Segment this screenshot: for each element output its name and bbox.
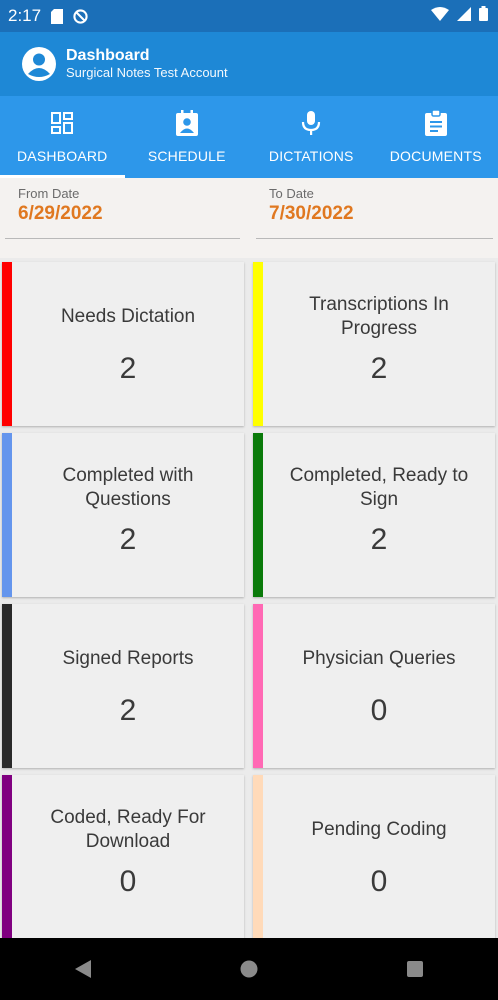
microphone-icon bbox=[301, 110, 321, 136]
card-count: 2 bbox=[370, 352, 388, 385]
from-date-label: From Date bbox=[18, 186, 80, 201]
card-count: 0 bbox=[370, 865, 388, 898]
card-color-bar bbox=[253, 433, 263, 597]
calendar-person-icon bbox=[175, 110, 199, 136]
card-color-bar bbox=[253, 604, 263, 768]
app-bar: Dashboard Surgical Notes Test Account bbox=[0, 32, 498, 96]
back-icon[interactable] bbox=[63, 949, 103, 989]
card-title: Transcriptions In Progress bbox=[309, 294, 449, 339]
card-signed-reports[interactable]: Signed Reports 2 bbox=[2, 604, 244, 768]
card-count: 2 bbox=[119, 694, 137, 727]
card-pending-coding[interactable]: Pending Coding 0 bbox=[253, 775, 495, 939]
card-title: Completed with Questions bbox=[62, 465, 194, 510]
card-coded-ready-for-download[interactable]: Coded, Ready For Download 0 bbox=[2, 775, 244, 939]
card-physician-queries[interactable]: Physician Queries 0 bbox=[253, 604, 495, 768]
home-icon[interactable] bbox=[229, 949, 269, 989]
from-date-value: 6/29/2022 bbox=[18, 203, 103, 224]
tab-label: DOCUMENTS bbox=[389, 148, 482, 164]
card-completed-ready-to-sign[interactable]: Completed, Ready to Sign 2 bbox=[253, 433, 495, 597]
dashboard-icon bbox=[50, 110, 74, 136]
to-date-value: 7/30/2022 bbox=[269, 203, 354, 224]
card-color-bar bbox=[253, 262, 263, 426]
tab-schedule[interactable]: SCHEDULE bbox=[125, 96, 250, 178]
card-title: Completed, Ready to Sign bbox=[289, 465, 469, 510]
sd-card-icon bbox=[51, 8, 64, 24]
card-count: 0 bbox=[119, 865, 137, 898]
card-transcriptions-in-progress[interactable]: Transcriptions In Progress 2 bbox=[253, 262, 495, 426]
card-title: Physician Queries bbox=[302, 648, 456, 669]
tab-bar: DASHBOARD SCHEDULE DICTATIONS DOCUMENTS bbox=[0, 96, 498, 178]
card-color-bar bbox=[2, 262, 12, 426]
tab-label: DICTATIONS bbox=[268, 148, 354, 164]
card-title: Signed Reports bbox=[62, 648, 194, 669]
recents-icon[interactable] bbox=[395, 949, 435, 989]
tab-documents[interactable]: DOCUMENTS bbox=[374, 96, 498, 178]
card-color-bar bbox=[2, 604, 12, 768]
account-name: Surgical Notes Test Account bbox=[66, 65, 228, 80]
card-count: 2 bbox=[119, 523, 137, 556]
battery-icon bbox=[479, 6, 488, 26]
wifi-icon bbox=[431, 6, 449, 26]
tab-label: SCHEDULE bbox=[147, 148, 226, 164]
card-color-bar bbox=[253, 775, 263, 939]
card-count: 2 bbox=[370, 523, 388, 556]
status-time: 2:17 bbox=[8, 6, 42, 25]
card-color-bar bbox=[2, 433, 12, 597]
card-title: Needs Dictation bbox=[60, 306, 196, 327]
from-date-field[interactable]: From Date 6/29/2022 bbox=[5, 178, 240, 239]
card-title: Pending Coding bbox=[311, 819, 447, 840]
no-disturb-icon bbox=[73, 8, 88, 24]
signal-icon bbox=[457, 6, 471, 26]
account-avatar-icon[interactable] bbox=[22, 47, 56, 81]
card-color-bar bbox=[2, 775, 12, 939]
card-title: Coded, Ready For Download bbox=[50, 807, 206, 852]
card-needs-dictation[interactable]: Needs Dictation 2 bbox=[2, 262, 244, 426]
card-count: 0 bbox=[370, 694, 388, 727]
tab-label: DASHBOARD bbox=[17, 148, 108, 164]
tab-dashboard[interactable]: DASHBOARD bbox=[0, 96, 125, 178]
page-title: Dashboard bbox=[66, 47, 150, 64]
system-nav-bar bbox=[0, 938, 498, 1000]
date-range: From Date 6/29/2022 To Date 7/30/2022 bbox=[0, 178, 498, 258]
status-bar: 2:17 bbox=[0, 0, 498, 32]
card-completed-with-questions[interactable]: Completed with Questions 2 bbox=[2, 433, 244, 597]
to-date-field[interactable]: To Date 7/30/2022 bbox=[256, 178, 493, 239]
clipboard-icon bbox=[424, 110, 447, 136]
status-card-grid: Needs Dictation 2 Transcriptions In Prog… bbox=[0, 258, 498, 939]
tab-dictations[interactable]: DICTATIONS bbox=[249, 96, 374, 178]
card-count: 2 bbox=[119, 352, 137, 385]
to-date-label: To Date bbox=[269, 186, 314, 201]
